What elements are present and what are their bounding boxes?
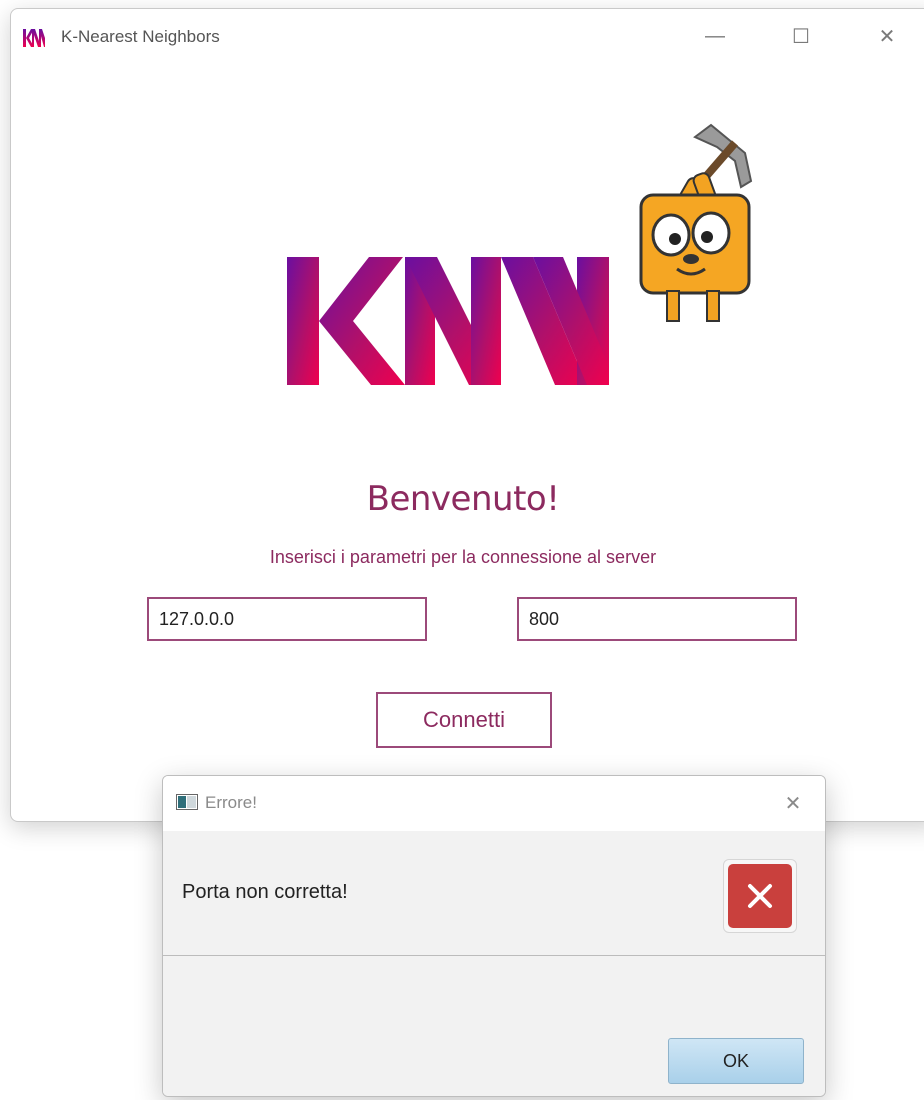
- close-button[interactable]: ✕: [867, 21, 907, 51]
- connect-button[interactable]: Connetti: [376, 692, 552, 748]
- knn-logo: [287, 257, 609, 385]
- connection-instructions: Inserisci i parametri per la connessione…: [269, 547, 657, 567]
- window-icon: [176, 794, 198, 810]
- ok-button[interactable]: OK: [668, 1038, 804, 1084]
- welcome-heading: Benvenuto!: [366, 479, 560, 519]
- error-message: Porta non corretta!: [182, 881, 348, 903]
- dialog-close-button[interactable]: ✕: [775, 788, 811, 818]
- dialog-title-bar[interactable]: Errore! ✕: [163, 776, 825, 831]
- dialog-title: Errore!: [205, 793, 257, 812]
- port-input[interactable]: [517, 597, 797, 641]
- minimize-button[interactable]: —: [695, 21, 735, 51]
- main-window: K-Nearest Neighbors — ☐ ✕ Benvenuto! Ins…: [10, 8, 924, 822]
- error-icon: [723, 859, 797, 933]
- error-dialog: Errore! ✕ Porta non corretta! OK: [162, 775, 826, 1097]
- knn-app-icon: [23, 29, 45, 47]
- title-bar[interactable]: K-Nearest Neighbors — ☐ ✕: [11, 9, 924, 65]
- host-input[interactable]: [147, 597, 427, 641]
- window-title: K-Nearest Neighbors: [61, 27, 220, 46]
- maximize-button[interactable]: ☐: [781, 21, 821, 51]
- dialog-body: OK: [163, 956, 825, 1096]
- dialog-header: Porta non corretta!: [163, 831, 825, 956]
- mascot-illustration: [639, 123, 753, 322]
